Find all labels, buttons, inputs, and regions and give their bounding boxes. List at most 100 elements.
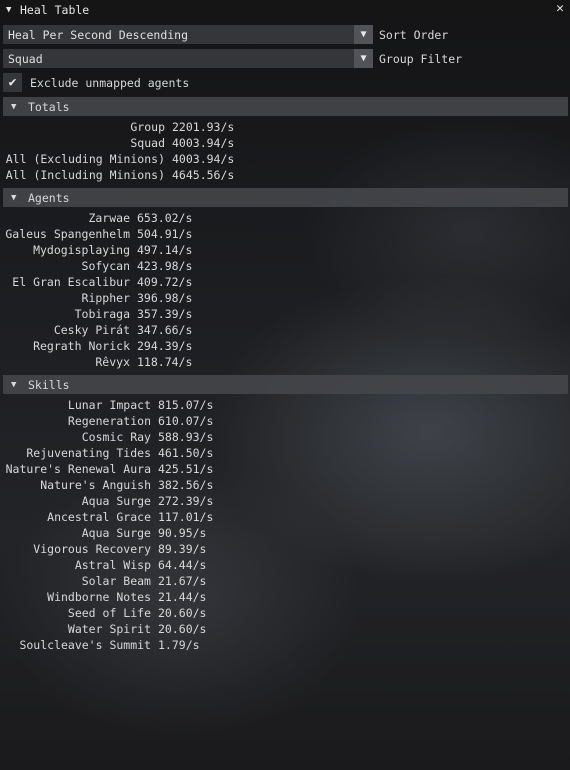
item-name: Astral Wisp bbox=[74, 558, 151, 572]
list-item: Cesky Pirát 347.66/s bbox=[4, 322, 193, 338]
item-name: Water Spirit bbox=[67, 622, 151, 636]
list-item: Seed of Life 20.60/s bbox=[4, 605, 207, 621]
item-name: Rippher bbox=[81, 291, 130, 305]
item-value: 272.39/s bbox=[158, 494, 214, 508]
list-item: Aqua Surge 272.39/s bbox=[4, 493, 214, 509]
item-name: Sofycan bbox=[81, 259, 130, 273]
chevron-down-icon[interactable]: ▼ bbox=[354, 49, 373, 68]
list-item: Zarwae 653.02/s bbox=[4, 210, 192, 226]
exclude-unmapped-row: ✔ Exclude unmapped agents bbox=[3, 73, 189, 92]
item-value: 4003.94/s bbox=[172, 136, 235, 150]
totals-header-label: Totals bbox=[28, 99, 70, 114]
list-item: Group 2201.93/s bbox=[4, 119, 234, 135]
item-name: Nature's Renewal Aura bbox=[5, 462, 151, 476]
item-name: Windborne Notes bbox=[47, 590, 151, 604]
item-value: 409.72/s bbox=[137, 275, 193, 289]
item-value: 425.51/s bbox=[158, 462, 214, 476]
item-name: Solar Beam bbox=[81, 574, 151, 588]
item-name: Galeus Spangenhelm bbox=[5, 227, 130, 241]
skills-header[interactable]: ▼ Skills bbox=[3, 375, 568, 394]
item-value: 21.67/s bbox=[158, 574, 207, 588]
list-item: Solar Beam 21.67/s bbox=[4, 573, 207, 589]
group-filter-dropdown[interactable]: Squad ▼ bbox=[3, 49, 373, 68]
item-value: 90.95/s bbox=[158, 526, 207, 540]
collapse-arrow-icon: ▼ bbox=[11, 192, 17, 203]
item-value: 497.14/s bbox=[137, 243, 193, 257]
item-value: 117.01/s bbox=[158, 510, 214, 524]
exclude-unmapped-label: Exclude unmapped agents bbox=[30, 75, 190, 90]
item-name: Group bbox=[130, 120, 165, 134]
item-name: Soulcleave's Summit bbox=[19, 638, 151, 652]
item-value: 815.07/s bbox=[158, 398, 214, 412]
list-item: Cosmic Ray 588.93/s bbox=[4, 429, 214, 445]
list-item: All (Excluding Minions) 4003.94/s bbox=[4, 151, 235, 167]
group-filter-label: Group Filter bbox=[379, 51, 463, 66]
close-icon[interactable]: ✕ bbox=[556, 2, 564, 16]
list-item: Rêvyx 118.74/s bbox=[4, 354, 192, 370]
item-name: Cesky Pirát bbox=[53, 323, 130, 337]
window-title: Heal Table bbox=[20, 2, 90, 17]
list-item: All (Including Minions) 4645.56/s bbox=[4, 167, 235, 183]
agents-header[interactable]: ▼ Agents bbox=[3, 188, 568, 207]
item-name: Tobiraga bbox=[74, 307, 130, 321]
totals-header[interactable]: ▼ Totals bbox=[3, 97, 568, 116]
sort-order-label: Sort Order bbox=[379, 27, 449, 42]
list-item: Mydogisplaying 497.14/s bbox=[4, 242, 192, 258]
item-name: Vigorous Recovery bbox=[33, 542, 151, 556]
list-item: Lunar Impact 815.07/s bbox=[4, 397, 213, 413]
checkmark-icon: ✔ bbox=[8, 75, 17, 90]
item-value: 588.93/s bbox=[158, 430, 214, 444]
list-item: Sofycan 423.98/s bbox=[4, 258, 193, 274]
list-item: Aqua Surge 90.95/s bbox=[4, 525, 207, 541]
item-name: Aqua Surge bbox=[81, 494, 151, 508]
item-value: 64.44/s bbox=[158, 558, 207, 572]
list-item: El Gran Escalibur 409.72/s bbox=[4, 274, 192, 290]
item-name: All (Excluding Minions) bbox=[5, 152, 165, 166]
list-item: Squad 4003.94/s bbox=[4, 135, 234, 151]
item-value: 382.56/s bbox=[158, 478, 214, 492]
group-filter-value: Squad bbox=[8, 51, 43, 66]
exclude-unmapped-checkbox[interactable]: ✔ bbox=[3, 73, 22, 92]
list-item: Regeneration 610.07/s bbox=[4, 413, 213, 429]
item-name: Zarwae bbox=[88, 211, 130, 225]
list-item: Rippher 396.98/s bbox=[4, 290, 193, 306]
list-item: Nature's Renewal Aura 425.51/s bbox=[4, 461, 214, 477]
item-name: Seed of Life bbox=[67, 606, 151, 620]
item-value: 294.39/s bbox=[137, 339, 193, 353]
list-item: Astral Wisp 64.44/s bbox=[4, 557, 207, 573]
item-value: 347.66/s bbox=[137, 323, 193, 337]
group-filter-row: Squad ▼ Group Filter bbox=[3, 49, 462, 68]
list-item: Windborne Notes 21.44/s bbox=[4, 589, 206, 605]
item-value: 1.79/s bbox=[158, 638, 200, 652]
sort-order-value: Heal Per Second Descending bbox=[8, 27, 189, 42]
chevron-down-icon[interactable]: ▼ bbox=[354, 25, 373, 44]
list-item: Vigorous Recovery 89.39/s bbox=[4, 541, 206, 557]
item-name: All (Including Minions) bbox=[5, 168, 165, 182]
item-value: 396.98/s bbox=[137, 291, 193, 305]
item-value: 21.44/s bbox=[158, 590, 207, 604]
item-name: Mydogisplaying bbox=[33, 243, 130, 257]
item-value: 4003.94/s bbox=[172, 152, 235, 166]
item-value: 357.39/s bbox=[137, 307, 193, 321]
collapse-arrow-icon: ▼ bbox=[11, 101, 17, 112]
collapse-arrow-icon[interactable]: ▼ bbox=[6, 5, 20, 15]
item-value: 118.74/s bbox=[137, 355, 193, 369]
item-name: Lunar Impact bbox=[67, 398, 151, 412]
list-item: Galeus Spangenhelm 504.91/s bbox=[4, 226, 192, 242]
list-item: Regrath Norick 294.39/s bbox=[4, 338, 192, 354]
title-bar[interactable]: ▼ Heal Table ✕ bbox=[0, 0, 570, 19]
item-value: 4645.56/s bbox=[172, 168, 235, 182]
item-value: 653.02/s bbox=[137, 211, 193, 225]
heal-table-window: ▼ Heal Table ✕ Heal Per Second Descendin… bbox=[0, 0, 570, 770]
sort-order-dropdown[interactable]: Heal Per Second Descending ▼ bbox=[3, 25, 373, 44]
item-name: Cosmic Ray bbox=[81, 430, 151, 444]
item-value: 2201.93/s bbox=[172, 120, 235, 134]
item-value: 423.98/s bbox=[137, 259, 193, 273]
list-item: Water Spirit 20.60/s bbox=[4, 621, 207, 637]
list-item: Nature's Anguish 382.56/s bbox=[4, 477, 213, 493]
item-value: 461.50/s bbox=[158, 446, 214, 460]
item-name: Rejuvenating Tides bbox=[26, 446, 151, 460]
item-name: El Gran Escalibur bbox=[12, 275, 130, 289]
item-value: 20.60/s bbox=[158, 606, 207, 620]
list-item: Rejuvenating Tides 461.50/s bbox=[4, 445, 213, 461]
